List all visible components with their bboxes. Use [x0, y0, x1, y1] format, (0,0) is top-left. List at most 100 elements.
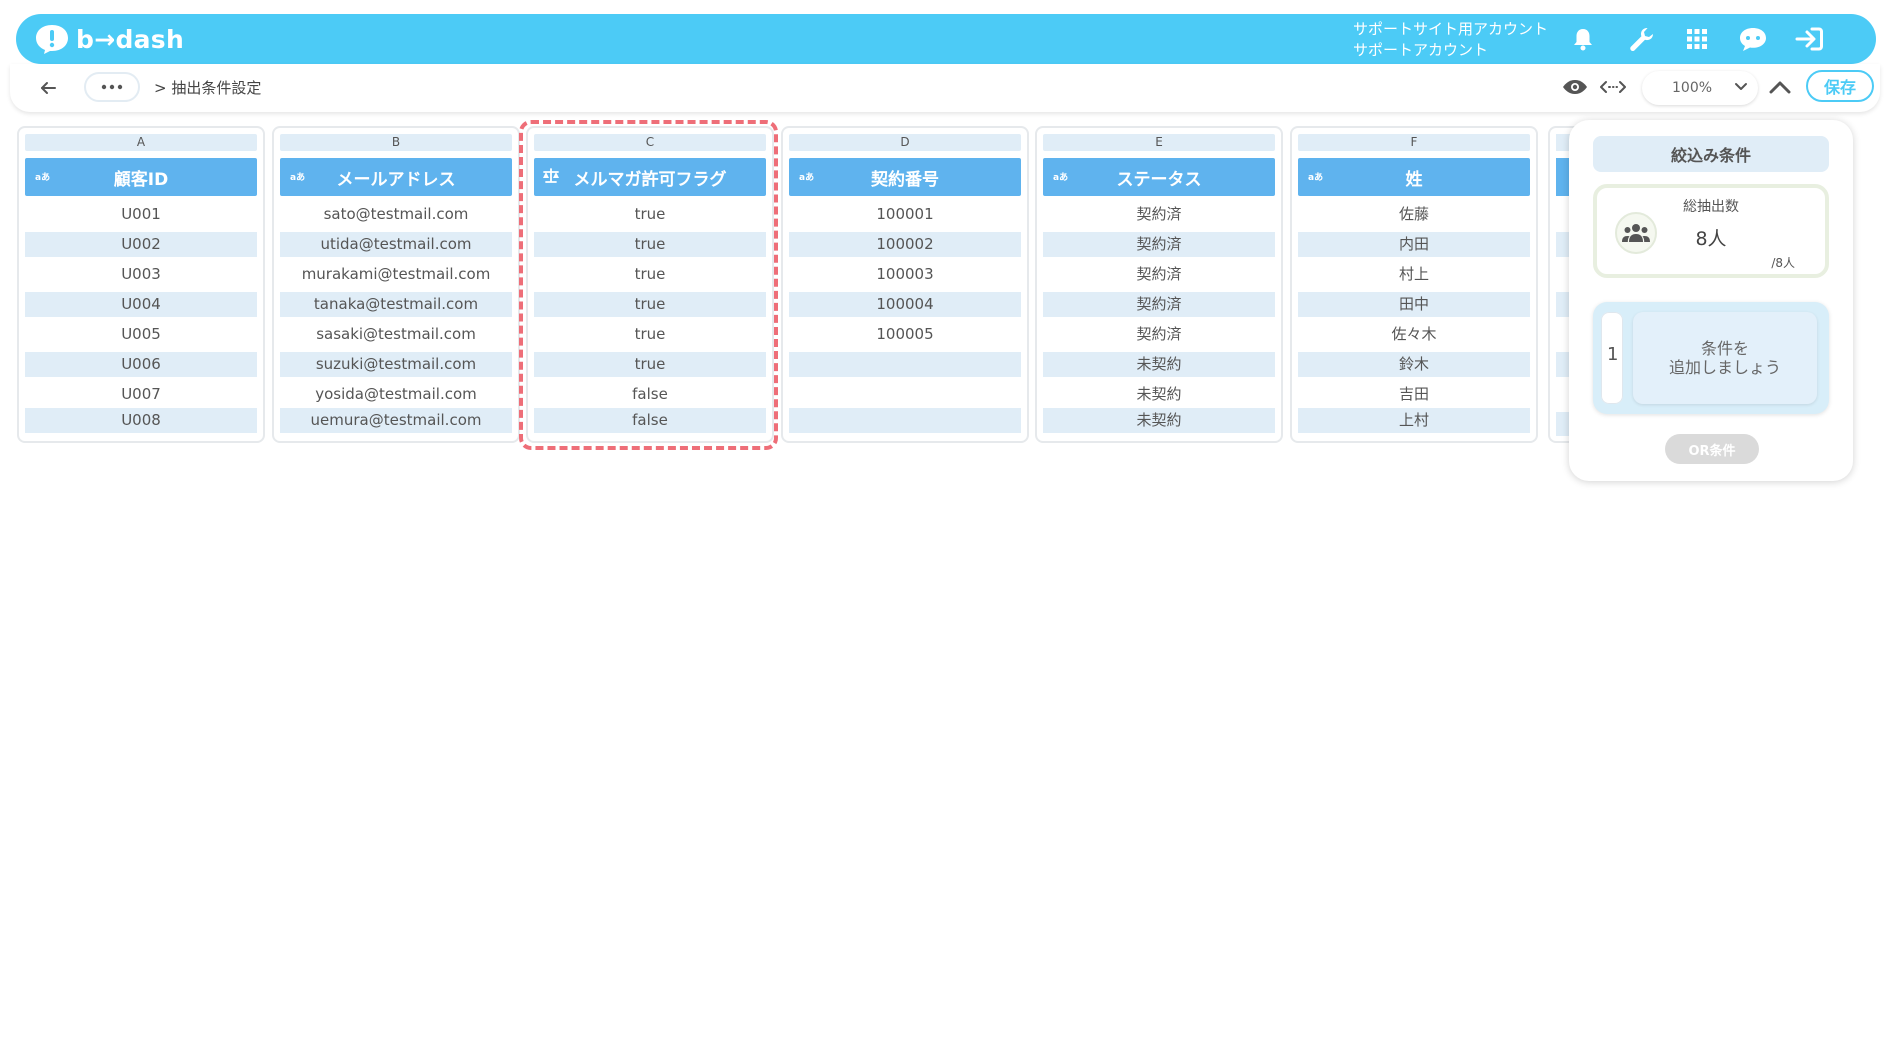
table-cell: U005: [121, 325, 161, 343]
apps-grid-icon[interactable]: [1680, 23, 1714, 55]
condition-number: 1: [1607, 344, 1619, 365]
table-cell: 契約済: [1043, 292, 1275, 317]
table-cell: 契約済: [1136, 205, 1182, 223]
table-cell: true: [634, 265, 666, 283]
table-cell: utida@testmail.com: [280, 232, 512, 257]
total-count-value: 8人: [1695, 228, 1727, 250]
add-condition-button[interactable]: 条件を 追加しましょう: [1633, 312, 1817, 404]
table-cell: U008: [25, 408, 257, 433]
column-letter: F: [1298, 134, 1530, 151]
table-cell: true: [534, 352, 766, 377]
balance-scale-icon: [543, 168, 559, 183]
add-condition-line1: 条件を: [1700, 339, 1749, 358]
column-header-label: 姓: [1405, 169, 1423, 190]
logo-text: b→dash: [76, 24, 185, 54]
text-type-icon: aあ: [799, 173, 815, 183]
text-type-icon: aあ: [35, 173, 51, 183]
account-name: サポートサイト用アカウント: [1353, 20, 1549, 38]
column-header[interactable]: aあ メールアドレス: [280, 158, 512, 196]
panel-title: 絞込み条件: [1593, 136, 1829, 172]
breadcrumb-current: > 抽出条件設定: [154, 79, 262, 97]
column-header-label: 顧客ID: [113, 169, 169, 190]
table-cell: 契約済: [1043, 232, 1275, 257]
collapse-chevron-up-icon[interactable]: [1766, 75, 1794, 99]
column-header[interactable]: aあ 姓: [1298, 158, 1530, 196]
text-type-icon: aあ: [290, 173, 306, 183]
account-info[interactable]: サポートサイト用アカウント サポートアカウント: [1353, 19, 1548, 61]
table-cell: 村上: [1398, 265, 1429, 283]
table-cell: murakami@testmail.com: [301, 265, 491, 283]
table-cell: sato@testmail.com: [323, 205, 469, 223]
column-header[interactable]: aあ 顧客ID: [25, 158, 257, 196]
table-cell: [789, 408, 1021, 433]
data-column-e[interactable]: Eaあ ステータス 契約済 契約済 契約済 契約済 契約済 未契約 未契約 未契約: [1035, 126, 1283, 443]
column-letter: D: [789, 134, 1021, 151]
back-arrow-icon[interactable]: [36, 76, 60, 100]
table-cell: 100002: [789, 232, 1021, 257]
table-cell: 未契約: [1043, 352, 1275, 377]
table-cell: U001: [121, 205, 161, 223]
wrench-icon[interactable]: [1624, 23, 1658, 55]
account-role: サポートアカウント: [1353, 41, 1489, 59]
table-cell: 佐藤: [1398, 205, 1429, 223]
column-header[interactable]: aあ ステータス: [1043, 158, 1275, 196]
text-type-icon: aあ: [1308, 173, 1324, 183]
column-width-icon[interactable]: [1599, 75, 1627, 99]
table-cell: U003: [121, 265, 161, 283]
table-cell: 田中: [1298, 292, 1530, 317]
table-cell: U004: [25, 292, 257, 317]
column-letter: C: [534, 134, 766, 151]
table-cell: 未契約: [1043, 408, 1275, 433]
ellipsis-icon: [101, 84, 123, 90]
table-cell: 上村: [1298, 408, 1530, 433]
table-cell: U002: [25, 232, 257, 257]
table-cell: 佐々木: [1391, 325, 1437, 343]
top-navigation-bar: b→dash サポートサイト用アカウント サポートアカウント: [16, 14, 1876, 64]
logout-icon[interactable]: [1792, 23, 1826, 55]
add-condition-line2: 追加しましょう: [1668, 358, 1781, 377]
column-header-label: ステータス: [1116, 169, 1202, 190]
chat-support-icon[interactable]: [1736, 23, 1770, 55]
table-cell: [789, 352, 1021, 377]
table-cell: 吉田: [1398, 385, 1429, 403]
table-cell: 100003: [876, 265, 934, 283]
chevron-down-icon: [1735, 83, 1747, 90]
column-letter: E: [1043, 134, 1275, 151]
table-cell: false: [632, 385, 668, 403]
column-header[interactable]: aあ 契約番号: [789, 158, 1021, 196]
condition-group-card: 1 条件を 追加しましょう: [1593, 302, 1829, 414]
filter-conditions-panel: 絞込み条件 総抽出数 8人 /8人 1 条件を 追加しましょう OR条件: [1569, 120, 1853, 481]
column-letter: A: [25, 134, 257, 151]
logo-bubble-icon: [36, 25, 68, 54]
save-button[interactable]: 保存: [1806, 70, 1874, 102]
bdash-logo[interactable]: b→dash: [34, 21, 184, 57]
breadcrumb-more-button[interactable]: [84, 72, 140, 102]
preview-eye-icon[interactable]: [1561, 75, 1589, 99]
total-count-card: 総抽出数 8人 /8人: [1593, 184, 1829, 278]
column-letter: B: [280, 134, 512, 151]
column-header-label: 契約番号: [871, 169, 939, 190]
table-cell: 契約済: [1136, 325, 1182, 343]
table-cell: true: [534, 292, 766, 317]
data-column-d[interactable]: Daあ 契約番号 100001 100002 100003 100004 100005: [781, 126, 1029, 443]
table-cell: U007: [121, 385, 161, 403]
table-cell: 契約済: [1136, 265, 1182, 283]
table-cell: 内田: [1298, 232, 1530, 257]
total-count-max: /8人: [1771, 256, 1795, 270]
table-cell: 100004: [789, 292, 1021, 317]
column-header-label: メルマガ許可フラグ: [573, 169, 727, 190]
zoom-select[interactable]: 100%: [1642, 71, 1758, 105]
table-cell: sasaki@testmail.com: [316, 325, 476, 343]
table-cell: suzuki@testmail.com: [280, 352, 512, 377]
table-cell: 100005: [876, 325, 934, 343]
table-cell: uemura@testmail.com: [280, 408, 512, 433]
column-header[interactable]: メルマガ許可フラグ: [534, 158, 766, 196]
table-cell: true: [534, 232, 766, 257]
data-column-b[interactable]: Baあ メールアドレス sato@testmail.com utida@testmai…: [272, 126, 520, 443]
or-condition-button[interactable]: OR条件: [1665, 434, 1759, 464]
text-type-icon: aあ: [1053, 173, 1069, 183]
bell-icon[interactable]: [1566, 23, 1600, 55]
data-column-a[interactable]: Aaあ 顧客ID U001 U002 U003 U004 U005 U006 U007 U008: [17, 126, 265, 443]
data-column-c[interactable]: C メルマガ許可フラグ true true true true true true false f…: [526, 126, 774, 443]
data-column-f[interactable]: Faあ 姓佐藤 内田 村上 田中 佐々木 鈴木 吉田 上村: [1290, 126, 1538, 443]
